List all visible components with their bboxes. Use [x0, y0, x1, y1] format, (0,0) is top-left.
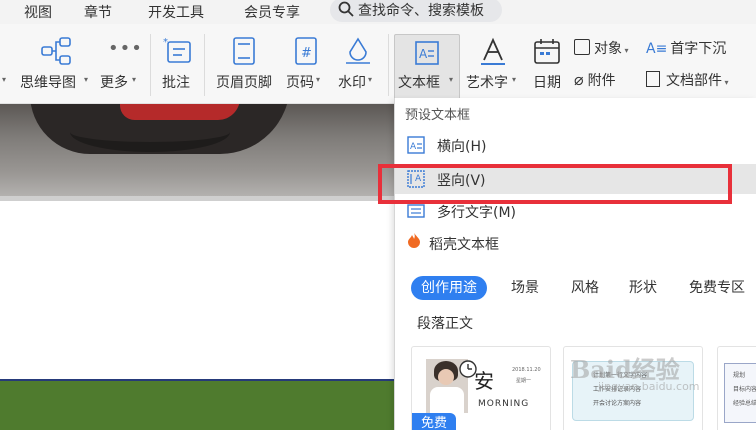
separator [150, 34, 151, 96]
tab-view[interactable]: 视图 [24, 2, 52, 22]
header-footer-button[interactable]: 页眉页脚 [212, 24, 278, 104]
object-icon [574, 39, 590, 55]
chip-style[interactable]: 风格 [571, 276, 599, 300]
search-placeholder: 查找命令、搜索模板 [358, 3, 484, 19]
card-date: 2018.11.20 [512, 367, 541, 373]
attachment-label: 附件 [587, 73, 616, 89]
textbox-icon: A [415, 41, 439, 65]
watermark-label: 水印 [338, 75, 366, 91]
preset-heading: 预设文本框 [405, 108, 471, 123]
drop-cap-icon: A≡ [646, 41, 668, 57]
tab-section[interactable]: 章节 [84, 2, 112, 22]
doc-parts-icon [646, 71, 660, 87]
comment-button[interactable]: * 批注 [158, 24, 198, 104]
drop-cap-label: 首字下沉 [670, 41, 727, 57]
textbox-button[interactable]: A 文本框 ▾ [394, 34, 460, 100]
wordart-icon [481, 37, 505, 65]
card-text-line: 开会讨论方案内容 [593, 400, 642, 407]
textbox-label: 文本框 [398, 75, 440, 91]
comment-icon: * [163, 37, 191, 63]
attachment-button[interactable]: ⌀ 附件 [574, 70, 616, 90]
header-footer-label: 页眉页脚 [216, 75, 272, 91]
chip-creative-use[interactable]: 创作用途 [411, 276, 487, 300]
chevron-down-icon: ▾ [622, 46, 629, 55]
doc-parts-button[interactable]: 文档部件 ▾ [646, 70, 729, 90]
tab-member[interactable]: 会员专享 [244, 2, 300, 22]
docer-flame-icon [408, 233, 420, 248]
chevron-down-icon[interactable]: ▾ [2, 75, 6, 84]
search-icon [338, 1, 354, 17]
template-frame: 规划 目标内容 经验总结 [724, 363, 756, 423]
date-label: 日期 [533, 75, 561, 91]
watermark-icon [346, 37, 370, 64]
template-card[interactable]: 安 2018.11.20 星期一 MORNING 免费 [411, 346, 551, 430]
wordart-button[interactable]: 艺术字 ▾ [466, 24, 522, 104]
doc-parts-label: 文档部件 [666, 73, 722, 89]
header-footer-icon [233, 37, 255, 65]
chip-shape[interactable]: 形状 [629, 276, 657, 300]
chevron-down-icon: ▾ [368, 75, 373, 84]
document-image [0, 104, 394, 196]
svg-text:A: A [410, 142, 417, 152]
mindmap-icon [41, 37, 71, 65]
document-page[interactable] [0, 201, 394, 379]
more-button[interactable]: ••• 更多 ▾ [100, 24, 144, 104]
document-green-block [0, 381, 394, 430]
page-number-button[interactable]: # 页码 ▾ [284, 24, 340, 104]
svg-text:*: * [163, 37, 168, 48]
chevron-down-icon: ▾ [512, 75, 517, 84]
card-subtitle: MORNING [478, 399, 530, 409]
horizontal-textbox-icon: A [407, 136, 425, 154]
calendar-icon [534, 39, 560, 64]
card-title: 安 [474, 369, 494, 393]
chevron-down-icon: ▾ [84, 75, 89, 84]
mindmap-label: 思维导图 [20, 75, 76, 91]
more-dots-icon: ••• [108, 38, 143, 59]
card-text-line: 经验总结 [733, 400, 756, 407]
chevron-down-icon: ▾ [722, 78, 729, 87]
page-number-icon: # [295, 37, 317, 65]
card-text-line: 规划 [733, 372, 746, 379]
multiline-text-icon [407, 204, 425, 218]
watermark-button[interactable]: 水印 ▾ [336, 24, 388, 104]
menu-bar: 视图 章节 开发工具 会员专享 查找命令、搜索模板 [0, 0, 756, 24]
tab-developer[interactable]: 开发工具 [148, 2, 204, 22]
highlight-box [378, 164, 732, 204]
object-label: 对象 [594, 41, 622, 57]
free-badge: 免费 [412, 413, 456, 430]
svg-text:#: # [301, 46, 312, 61]
watermark-url: jingyan.baidu.com [598, 380, 700, 393]
chip-scene[interactable]: 场景 [511, 276, 539, 300]
chevron-down-icon: ▾ [316, 75, 321, 84]
chevron-down-icon: ▾ [449, 75, 454, 84]
chevron-down-icon: ▾ [132, 75, 137, 84]
comment-label: 批注 [162, 75, 190, 91]
page-number-label: 页码 [286, 75, 314, 91]
chip-free-zone[interactable]: 免费专区 [689, 276, 745, 300]
svg-text:A: A [419, 47, 428, 61]
car-wheel [70, 112, 230, 152]
menu-item-label: 多行文字(M) [437, 205, 517, 221]
chip-paragraph-body[interactable]: 段落正文 [417, 312, 473, 336]
separator [204, 34, 205, 96]
wordart-label: 艺术字 [466, 75, 508, 91]
more-label: 更多 [100, 75, 128, 91]
separator [388, 34, 389, 96]
template-card[interactable]: 规划 目标内容 经验总结 [717, 346, 756, 430]
object-button[interactable]: 对象 ▾ [574, 38, 629, 58]
ribbon-toolbar: ▾ 思维导图 ▾ ••• 更多 ▾ * 批注 页眉页脚 # 页码 ▾ 水印 ▾ … [0, 24, 756, 104]
mindmap-button[interactable]: 思维导图 ▾ [20, 24, 92, 104]
card-weekday: 星期一 [516, 378, 532, 384]
menu-item-horizontal[interactable]: A 横向(H) [395, 130, 756, 160]
paperclip-icon: ⌀ [574, 70, 584, 89]
docer-heading: 稻壳文本框 [429, 237, 499, 253]
search-box[interactable]: 查找命令、搜索模板 [330, 0, 502, 22]
card-text-line: 目标内容 [733, 386, 756, 393]
menu-item-label: 横向(H) [437, 139, 487, 155]
drop-cap-button[interactable]: A≡ 首字下沉 [646, 38, 726, 58]
date-button[interactable]: 日期 [530, 24, 566, 104]
